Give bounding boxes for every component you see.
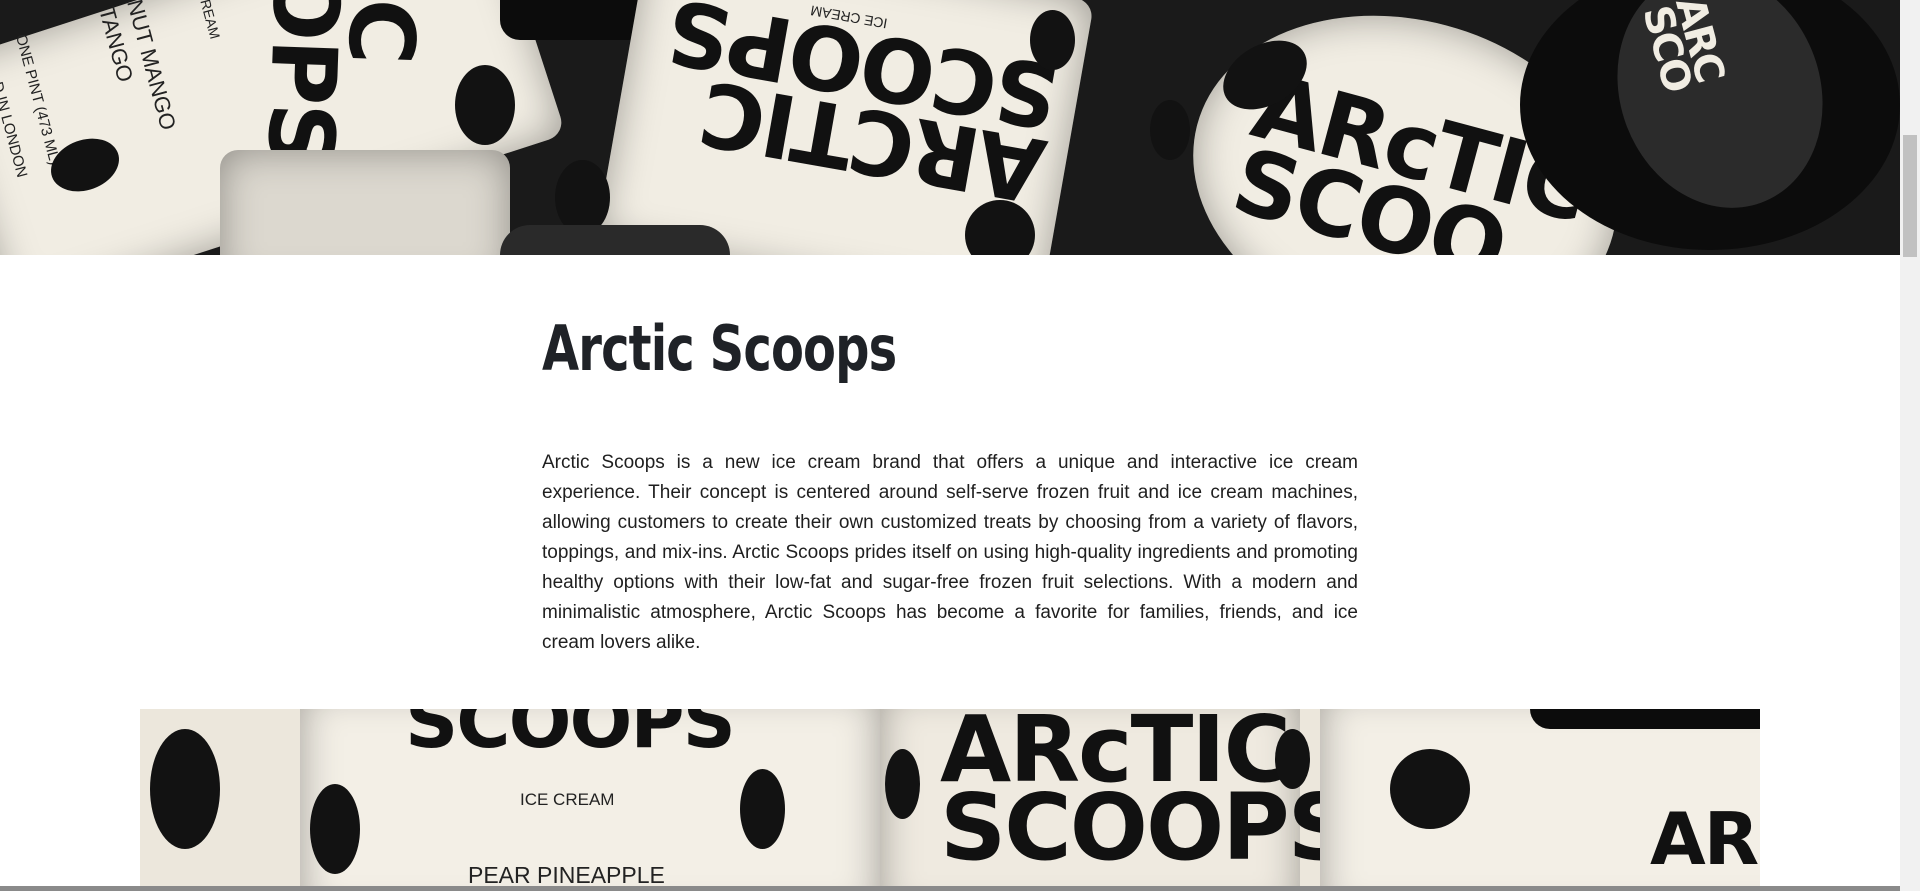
pear-icon [740, 769, 785, 849]
fruit-icon [455, 65, 515, 145]
horizontal-scrollbar[interactable] [0, 886, 1900, 891]
page-title: Arctic Scoops [542, 312, 897, 385]
product-banner-image: SCOOPS ICE CREAM PEAR PINEAPPLE ARcTIC S… [140, 709, 1760, 891]
tub-left-cream: ICE CREAM [520, 790, 615, 809]
watermelon-icon [1390, 749, 1470, 829]
tub-right-brand: AR [1650, 797, 1759, 881]
fruit-icon [885, 749, 920, 819]
tub-far-right-brand: ARC SCO [1633, 0, 1733, 96]
tub-lid [1530, 709, 1760, 729]
fruit-icon [1150, 100, 1190, 160]
project-description: Arctic Scoops is a new ice cream brand t… [542, 452, 1358, 653]
fruit-icon [150, 729, 220, 849]
tub-left-brand: IC OPS [247, 0, 436, 168]
tub-left-brand: SCOOPS [405, 709, 736, 765]
vertical-scrollbar[interactable] [1900, 0, 1920, 891]
scrollbar-thumb[interactable] [1903, 135, 1917, 257]
pineapple-icon [1030, 10, 1075, 70]
hero-banner-image: IC OPS REAM NUT MANGO TANGO ONE PINT (47… [0, 0, 1900, 255]
tub-lid [500, 225, 730, 255]
ice-cream-tub-bottom [220, 150, 510, 255]
pineapple-icon [310, 784, 360, 874]
fruit-icon [555, 160, 610, 235]
fruit-icon [1275, 729, 1310, 789]
